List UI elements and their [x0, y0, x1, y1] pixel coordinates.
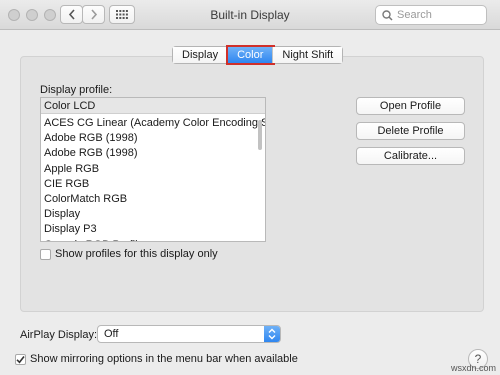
tab-display[interactable]: Display	[173, 47, 229, 63]
list-scrollbar[interactable]	[258, 120, 262, 150]
profile-list[interactable]: Color LCD ACES CG Linear (Academy Color …	[40, 97, 266, 242]
search-field[interactable]	[375, 5, 487, 25]
show-profiles-row: Show profiles for this display only	[40, 248, 218, 260]
calibrate-button[interactable]: Calibrate...	[356, 147, 465, 165]
airplay-value: Off	[104, 328, 119, 340]
list-item[interactable]: Display	[41, 207, 265, 222]
open-profile-button[interactable]: Open Profile	[356, 97, 465, 115]
mirroring-label: Show mirroring options in the menu bar w…	[30, 353, 298, 365]
search-input[interactable]	[397, 9, 482, 21]
show-profiles-checkbox[interactable]	[40, 248, 51, 260]
airplay-select[interactable]: Off	[97, 325, 281, 343]
list-item[interactable]: Apple RGB	[41, 162, 265, 177]
list-item[interactable]: Adobe RGB (1998)	[41, 146, 265, 161]
list-item[interactable]: Generic RGB Profile	[41, 238, 265, 242]
updown-chevron-icon	[264, 326, 280, 342]
display-profile-label: Display profile:	[40, 84, 113, 96]
tab-night-shift[interactable]: Night Shift	[273, 47, 343, 63]
airplay-label: AirPlay Display:	[20, 329, 98, 341]
profile-list-items: ACES CG Linear (Academy Color Encoding S…	[41, 114, 265, 242]
mirroring-row: Show mirroring options in the menu bar w…	[15, 353, 298, 365]
checkmark-icon	[16, 355, 25, 364]
list-item[interactable]: ACES CG Linear (Academy Color Encoding S…	[41, 116, 265, 131]
list-item[interactable]: Display P3	[41, 222, 265, 237]
title-bar: Built-in Display	[0, 0, 500, 30]
list-item[interactable]: ColorMatch RGB	[41, 192, 265, 207]
selected-profile[interactable]: Color LCD	[41, 98, 265, 114]
show-profiles-label: Show profiles for this display only	[55, 248, 218, 260]
list-item[interactable]: Adobe RGB (1998)	[41, 131, 265, 146]
watermark: wsxdn.com	[450, 363, 496, 373]
mirroring-checkbox[interactable]	[15, 353, 26, 365]
tab-bar: Display Color Night Shift	[172, 45, 344, 65]
delete-profile-button[interactable]: Delete Profile	[356, 122, 465, 140]
list-item[interactable]: CIE RGB	[41, 177, 265, 192]
search-icon	[382, 9, 393, 21]
tab-color[interactable]: Color	[226, 45, 276, 65]
